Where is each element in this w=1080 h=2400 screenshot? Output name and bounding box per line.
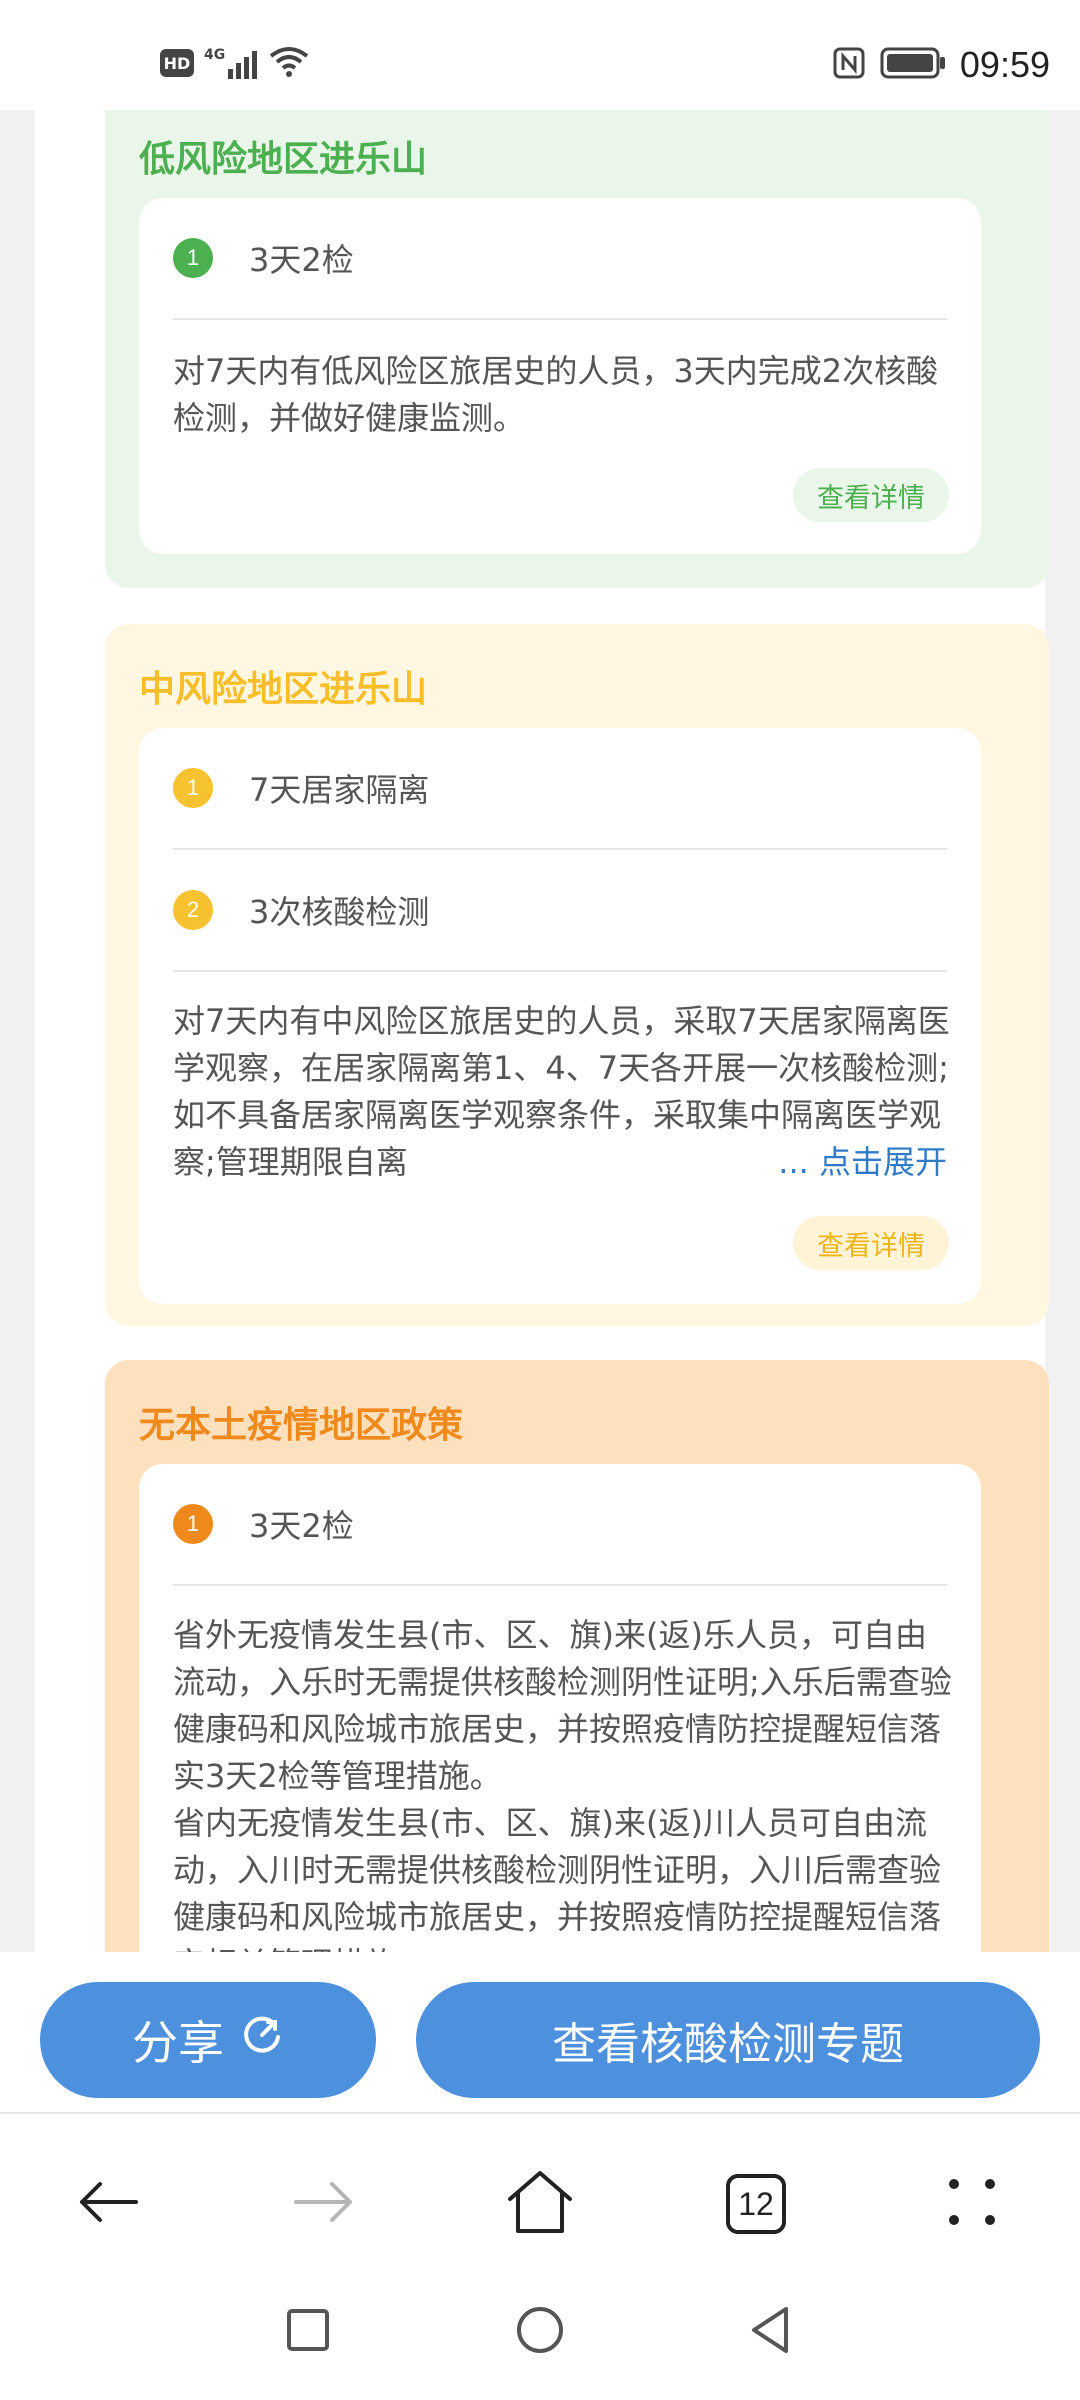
share-label: 分享 — [132, 2016, 224, 2070]
network-label: 4G — [204, 47, 226, 63]
content-panel: 低风险地区进乐山 1 3天2检 对7天内有低风险区旅居史的人员，3天内完成2次核… — [35, 110, 1049, 1952]
item-label: 3天2检 — [249, 241, 354, 279]
no-local-epidemic-section: 无本土疫情地区政策 1 3天2检 省外无疫情发生县(市、区、旗)来(返)乐人员，… — [105, 1360, 1049, 1952]
menu-button[interactable] — [932, 2164, 1012, 2244]
item-number: 1 — [173, 238, 213, 278]
clock: 09:59 — [959, 44, 1050, 85]
item-label: 7天居家隔离 — [249, 771, 430, 809]
home-icon — [505, 2169, 575, 2239]
hd-badge: HD — [160, 49, 194, 77]
medium-risk-section: 中风险地区进乐山 1 7天居家隔离 2 3次核酸检测 对7天内有中风险区旅居史的… — [105, 624, 1049, 1326]
expand-wrapper: ... 点击展开 — [770, 1139, 947, 1186]
tab-count: 12 — [738, 2185, 774, 2222]
browser-nav-bar: 12 — [0, 2112, 1080, 2282]
status-bar: HD 4G 09:59 — [0, 0, 1080, 110]
square-icon — [286, 2308, 330, 2356]
policy-description: 对7天内有低风险区旅居史的人员，3天内完成2次核酸检测，并做好健康监测。 — [173, 352, 939, 437]
view-details-button[interactable]: 查看详情 — [793, 468, 949, 522]
policy-card: 1 3天2检 省外无疫情发生县(市、区、旗)来(返)乐人员，可自由流动，入乐时无… — [139, 1464, 981, 1952]
status-right: 09:59 — [832, 44, 1050, 86]
more-dots-icon — [944, 2174, 1000, 2234]
network-4g-icon: 4G — [204, 47, 258, 79]
section-title: 低风险地区进乐山 — [139, 139, 428, 180]
policy-item: 1 3天2检 — [173, 1464, 947, 1586]
back-button[interactable] — [68, 2164, 148, 2244]
policy-item: 1 3天2检 — [173, 198, 947, 320]
system-nav-bar — [0, 2282, 1080, 2400]
low-risk-section: 低风险地区进乐山 1 3天2检 对7天内有低风险区旅居史的人员，3天内完成2次核… — [105, 110, 1049, 588]
policy-description-wrapper: 省外无疫情发生县(市、区、旗)来(返)乐人员，可自由流动，入乐时无需提供核酸检测… — [173, 1612, 953, 1952]
policy-description-paragraph: 省内无疫情发生县(市、区、旗)来(返)川人员可自由流动，入川时无需提供核酸检测阴… — [173, 1804, 942, 1952]
forward-button[interactable] — [284, 2164, 364, 2244]
view-details-button[interactable]: 查看详情 — [793, 1216, 949, 1270]
item-number: 1 — [173, 1504, 213, 1544]
section-title: 中风险地区进乐山 — [139, 669, 428, 710]
policy-item: 2 3次核酸检测 — [173, 850, 947, 972]
item-label: 3次核酸检测 — [249, 893, 430, 931]
policy-card: 1 7天居家隔离 2 3次核酸检测 对7天内有中风险区旅居史的人员，采取7天居家… — [139, 728, 981, 1304]
status-left: HD 4G — [160, 44, 311, 82]
nucleic-test-topic-button[interactable]: 查看核酸检测专题 — [416, 1982, 1040, 2098]
page-content[interactable]: 低风险地区进乐山 1 3天2检 对7天内有低风险区旅居史的人员，3天内完成2次核… — [0, 110, 1080, 1952]
policy-description-paragraph: 省外无疫情发生县(市、区、旗)来(返)乐人员，可自由流动，入乐时无需提供核酸检测… — [173, 1616, 952, 1795]
circle-icon — [515, 2305, 565, 2359]
system-back-button[interactable] — [740, 2302, 800, 2362]
expand-link[interactable]: ... 点击展开 — [778, 1143, 947, 1181]
section-title: 无本土疫情地区政策 — [139, 1405, 464, 1446]
recents-button[interactable] — [278, 2302, 338, 2362]
item-label: 3天2检 — [249, 1507, 354, 1545]
action-bar: 分享 查看核酸检测专题 — [0, 1952, 1080, 2112]
policy-card: 1 3天2检 对7天内有低风险区旅居史的人员，3天内完成2次核酸检测，并做好健康… — [139, 198, 981, 554]
nfc-icon — [832, 46, 866, 84]
item-number: 1 — [173, 768, 213, 808]
home-button[interactable] — [500, 2164, 580, 2244]
policy-item: 1 7天居家隔离 — [173, 728, 947, 850]
wifi-icon — [267, 44, 311, 82]
arrow-left-icon — [76, 2178, 140, 2230]
refresh-icon — [240, 2013, 284, 2068]
tabs-button[interactable]: 12 — [716, 2164, 796, 2244]
item-number: 2 — [173, 890, 213, 930]
system-home-button[interactable] — [510, 2302, 570, 2362]
arrow-right-icon — [292, 2178, 356, 2230]
share-button[interactable]: 分享 — [40, 1982, 376, 2098]
tab-count-badge: 12 — [726, 2174, 786, 2234]
triangle-back-icon — [748, 2305, 792, 2359]
battery-icon — [880, 47, 946, 83]
